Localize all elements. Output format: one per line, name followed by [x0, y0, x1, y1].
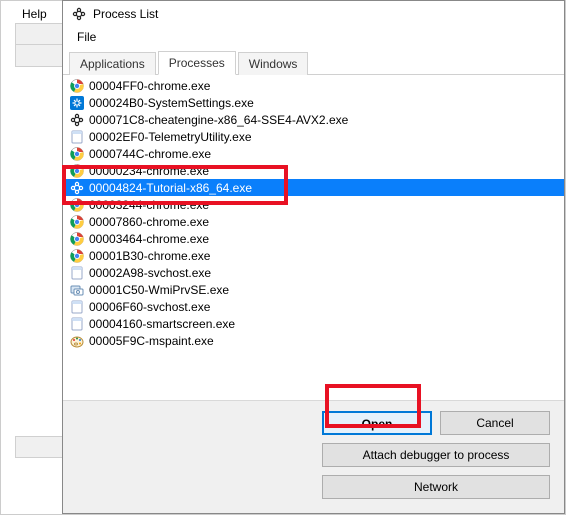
bg-panel [15, 436, 63, 458]
process-row[interactable]: 00001B30-chrome.exe [63, 247, 564, 264]
blank-icon [69, 299, 85, 315]
chrome-icon [69, 214, 85, 230]
chrome-icon [69, 231, 85, 247]
process-row[interactable]: 00003244-chrome.exe [63, 196, 564, 213]
process-label: 00000234-chrome.exe [89, 164, 209, 178]
process-label: 00001C50-WmiPrvSE.exe [89, 283, 229, 297]
process-label: 0000744C-chrome.exe [89, 147, 211, 161]
chrome-icon [69, 146, 85, 162]
bg-panel [15, 45, 63, 67]
tab-windows[interactable]: Windows [238, 52, 309, 75]
ce-icon [69, 180, 85, 196]
process-list[interactable]: 00004FF0-chrome.exe 000024B0-SystemSettin… [63, 75, 564, 400]
process-row[interactable]: 0000744C-chrome.exe [63, 145, 564, 162]
tab-processes[interactable]: Processes [158, 51, 236, 75]
bg-panel [15, 23, 63, 45]
blank-icon [69, 129, 85, 145]
attach-debugger-button[interactable]: Attach debugger to process [322, 443, 550, 467]
process-label: 00004160-smartscreen.exe [89, 317, 235, 331]
menu-file[interactable]: File [71, 28, 102, 46]
chrome-icon [69, 163, 85, 179]
process-row[interactable]: 00002A98-svchost.exe [63, 264, 564, 281]
menubar: File [63, 26, 564, 50]
tabstrip: Applications Processes Windows [63, 50, 564, 75]
process-row[interactable]: 00005F9C-mspaint.exe [63, 332, 564, 349]
menu-help[interactable]: Help [16, 4, 53, 24]
process-row[interactable]: 00006F60-svchost.exe [63, 298, 564, 315]
process-row[interactable]: 00003464-chrome.exe [63, 230, 564, 247]
process-label: 00002A98-svchost.exe [89, 266, 211, 280]
blank-icon [69, 265, 85, 281]
process-row[interactable]: 00007860-chrome.exe [63, 213, 564, 230]
process-row[interactable]: 00004160-smartscreen.exe [63, 315, 564, 332]
process-row[interactable]: 00001C50-WmiPrvSE.exe [63, 281, 564, 298]
window-title: Process List [93, 7, 158, 21]
chrome-icon [69, 197, 85, 213]
open-button[interactable]: Open [322, 411, 432, 435]
process-row[interactable]: 00004FF0-chrome.exe [63, 77, 564, 94]
button-bar: Open Cancel Attach debugger to process N… [63, 400, 564, 513]
process-label: 00004824-Tutorial-x86_64.exe [89, 181, 252, 195]
ce-icon [69, 112, 85, 128]
process-row[interactable]: 00002EF0-TelemetryUtility.exe [63, 128, 564, 145]
process-label: 00006F60-svchost.exe [89, 300, 210, 314]
process-label: 00005F9C-mspaint.exe [89, 334, 214, 348]
chrome-icon [69, 248, 85, 264]
cancel-button[interactable]: Cancel [440, 411, 550, 435]
process-row[interactable]: 000024B0-SystemSettings.exe [63, 94, 564, 111]
tab-applications[interactable]: Applications [69, 52, 156, 75]
process-label: 00003464-chrome.exe [89, 232, 209, 246]
process-label: 000071C8-cheatengine-x86_64-SSE4-AVX2.ex… [89, 113, 348, 127]
process-label: 000024B0-SystemSettings.exe [89, 96, 254, 110]
process-list-dialog: Process List File Applications Processes… [62, 0, 565, 514]
paint-icon [69, 333, 85, 349]
chrome-icon [69, 78, 85, 94]
process-label: 00004FF0-chrome.exe [89, 79, 210, 93]
process-label: 00003244-chrome.exe [89, 198, 209, 212]
titlebar: Process List [63, 1, 564, 26]
app-icon [71, 6, 87, 22]
network-button[interactable]: Network [322, 475, 550, 499]
blank-icon [69, 316, 85, 332]
settings-icon [69, 95, 85, 111]
process-label: 00007860-chrome.exe [89, 215, 209, 229]
wmi-icon [69, 282, 85, 298]
process-row[interactable]: 00000234-chrome.exe [63, 162, 564, 179]
process-row[interactable]: 000071C8-cheatengine-x86_64-SSE4-AVX2.ex… [63, 111, 564, 128]
button-row: Open Cancel [322, 411, 550, 435]
process-label: 00002EF0-TelemetryUtility.exe [89, 130, 252, 144]
process-row[interactable]: 00004824-Tutorial-x86_64.exe [63, 179, 564, 196]
process-label: 00001B30-chrome.exe [89, 249, 210, 263]
